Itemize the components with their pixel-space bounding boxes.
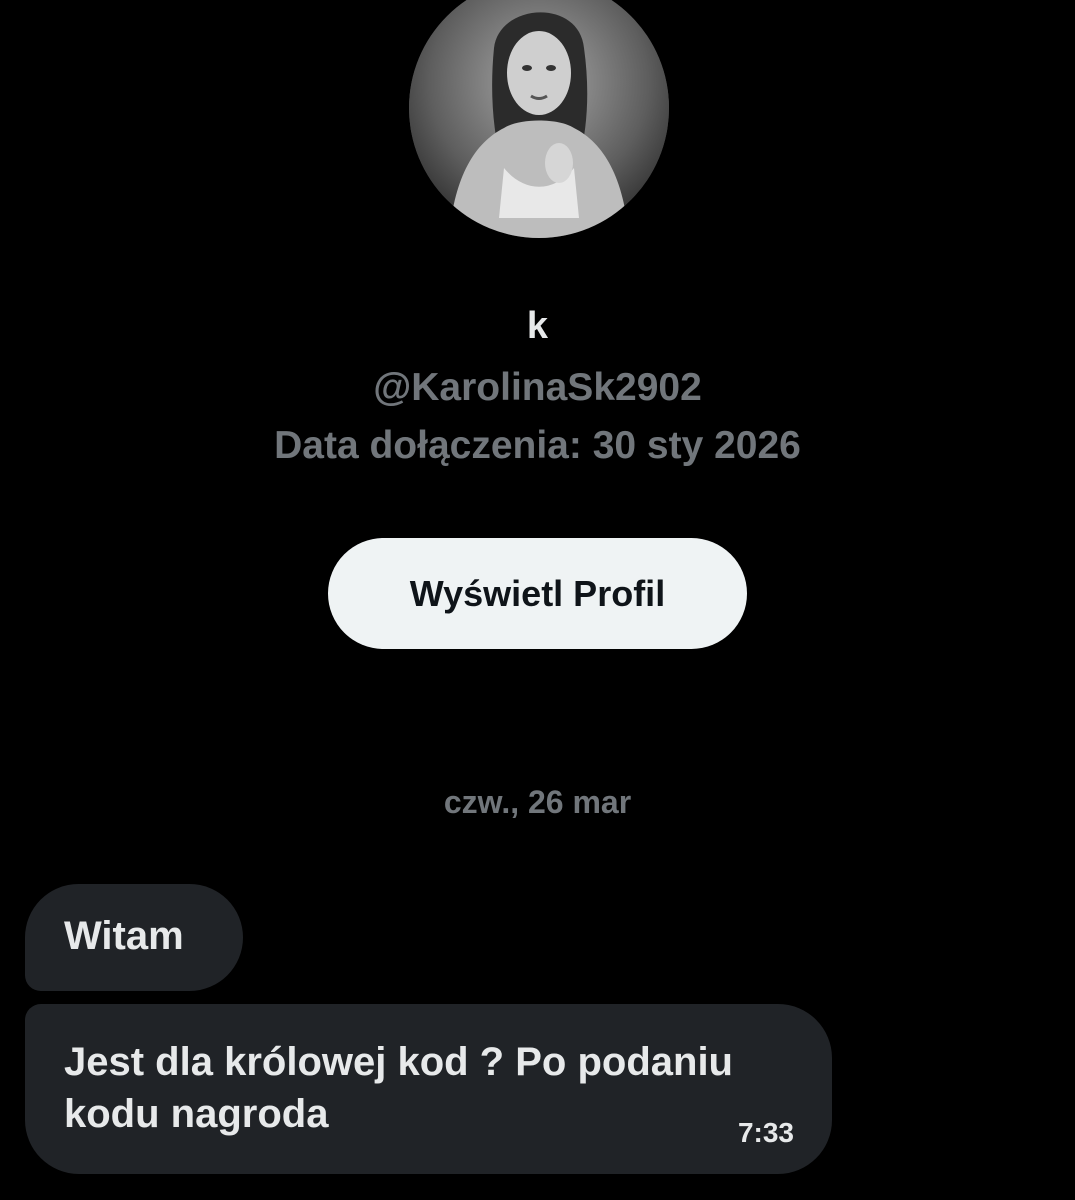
view-profile-button[interactable]: Wyświetl Profil — [328, 538, 747, 649]
avatar[interactable] — [409, 0, 669, 238]
user-handle: @KarolinaSk2902 — [373, 366, 702, 409]
message-bubble[interactable]: Jest dla królowej kod ? Po podaniu kodu … — [25, 1004, 832, 1174]
message-text: Witam — [64, 914, 184, 958]
message-bubble[interactable]: Witam — [25, 884, 243, 991]
message-text: Jest dla królowej kod ? Po podaniu kodu … — [64, 1040, 733, 1136]
profile-photo-icon — [409, 0, 669, 238]
message-timestamp: 7:33 — [737, 1117, 794, 1148]
join-date: Data dołączenia: 30 sty 2026 — [274, 424, 801, 467]
display-name: k — [526, 305, 549, 347]
date-separator: czw., 26 mar — [443, 784, 632, 820]
